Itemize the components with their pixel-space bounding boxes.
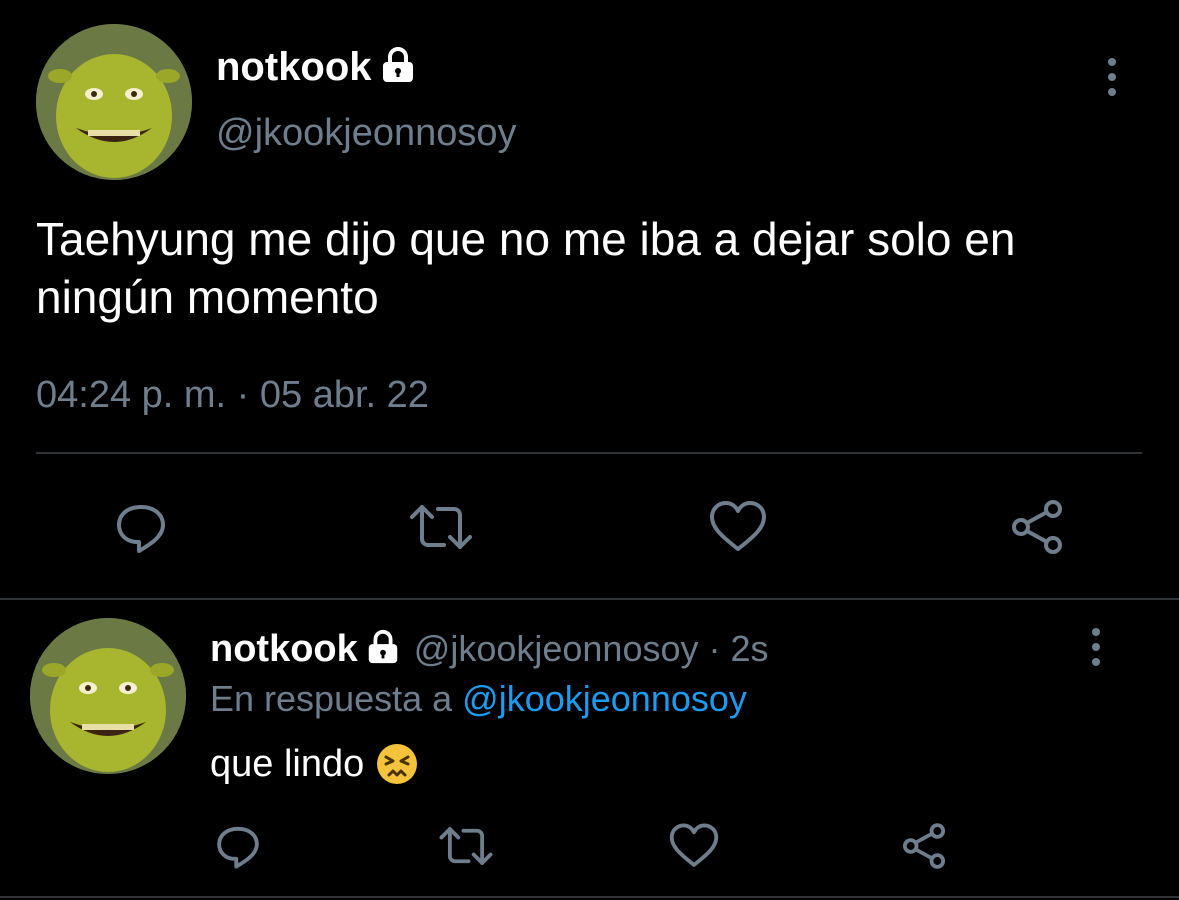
reply-context: En respuesta a @jkookjeonnosoy [210,678,747,720]
reply-text-row: que lindo 😣 [210,742,419,786]
lock-icon [364,628,402,671]
reply-text: que lindo [210,742,375,785]
tweet-timestamp[interactable]: 04:24 p. m. · 05 abr. 22 [36,374,429,417]
tweet-text: Taehyung me dijo que no me iba a dejar s… [36,213,1016,323]
like-button[interactable] [666,820,722,872]
avatar[interactable] [36,24,192,180]
reply-handle-time[interactable]: @jkookjeonnosoy · 2s [414,628,769,670]
display-name[interactable]: notkook [216,45,372,90]
reply-button[interactable] [110,496,172,558]
more-vertical-icon[interactable] [1108,58,1116,96]
retweet-icon [439,827,493,865]
retweet-button[interactable] [406,496,476,558]
handle[interactable]: @jkookjeonnosoy [216,112,517,155]
share-icon [1012,500,1062,554]
retweet-icon [410,505,472,549]
reply-button[interactable] [212,820,264,872]
bottom-divider [0,896,1179,898]
more-vertical-icon[interactable] [1092,628,1100,666]
like-button[interactable] [706,496,770,558]
reply-prefix: En respuesta a [210,678,463,719]
divider [36,452,1142,454]
heart-icon [710,501,766,551]
section-divider [0,598,1179,600]
lock-icon [378,45,418,90]
retweet-button[interactable] [436,820,496,872]
share-button[interactable] [1006,496,1068,558]
comment-icon [217,826,259,869]
share-icon [902,823,946,869]
reply-avatar[interactable] [30,618,186,774]
persevering-face-emoji: 😣 [375,742,419,786]
heart-icon [669,823,719,867]
share-button[interactable] [896,818,952,874]
comment-icon [117,505,165,553]
reply-to-link[interactable]: @jkookjeonnosoy [462,678,747,719]
reply-display-name[interactable]: notkook [210,628,358,671]
